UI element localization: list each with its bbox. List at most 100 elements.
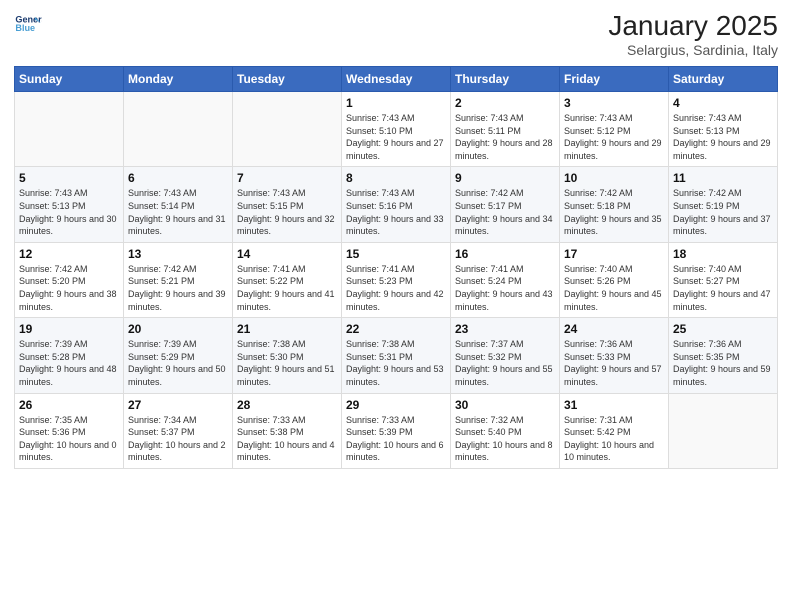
day-info: Sunrise: 7:36 AM Sunset: 5:35 PM Dayligh… bbox=[673, 338, 773, 388]
weekday-header-row: SundayMondayTuesdayWednesdayThursdayFrid… bbox=[15, 67, 778, 92]
day-number: 24 bbox=[564, 322, 664, 336]
day-number: 16 bbox=[455, 247, 555, 261]
calendar-cell: 1 Sunrise: 7:43 AM Sunset: 5:10 PM Daylig… bbox=[342, 92, 451, 167]
calendar-cell: 12 Sunrise: 7:42 AM Sunset: 5:20 PM Dayli… bbox=[15, 242, 124, 317]
day-number: 17 bbox=[564, 247, 664, 261]
day-info: Sunrise: 7:43 AM Sunset: 5:10 PM Dayligh… bbox=[346, 112, 446, 162]
day-number: 30 bbox=[455, 398, 555, 412]
day-info: Sunrise: 7:35 AM Sunset: 5:36 PM Dayligh… bbox=[19, 414, 119, 464]
svg-text:Blue: Blue bbox=[15, 23, 35, 33]
day-info: Sunrise: 7:34 AM Sunset: 5:37 PM Dayligh… bbox=[128, 414, 228, 464]
calendar-cell: 11Sunrise: 7:42 AM Sunset: 5:19 PM Dayli… bbox=[669, 167, 778, 242]
day-info: Sunrise: 7:43 AM Sunset: 5:14 PM Dayligh… bbox=[128, 187, 228, 237]
calendar-cell: 2 Sunrise: 7:43 AM Sunset: 5:11 PM Daylig… bbox=[451, 92, 560, 167]
day-info: Sunrise: 7:36 AM Sunset: 5:33 PM Dayligh… bbox=[564, 338, 664, 388]
day-number: 4 bbox=[673, 96, 773, 110]
day-number: 6 bbox=[128, 171, 228, 185]
day-info: Sunrise: 7:43 AM Sunset: 5:15 PM Dayligh… bbox=[237, 187, 337, 237]
calendar-table: SundayMondayTuesdayWednesdayThursdayFrid… bbox=[14, 66, 778, 469]
day-number: 26 bbox=[19, 398, 119, 412]
calendar-cell: 15 Sunrise: 7:41 AM Sunset: 5:23 PM Dayli… bbox=[342, 242, 451, 317]
calendar-cell: 31 Sunrise: 7:31 AM Sunset: 5:42 PM Dayli… bbox=[560, 393, 669, 468]
day-info: Sunrise: 7:41 AM Sunset: 5:24 PM Dayligh… bbox=[455, 263, 555, 313]
day-info: Sunrise: 7:42 AM Sunset: 5:17 PM Dayligh… bbox=[455, 187, 555, 237]
day-info: Sunrise: 7:33 AM Sunset: 5:39 PM Dayligh… bbox=[346, 414, 446, 464]
calendar-cell: 9 Sunrise: 7:42 AM Sunset: 5:17 PM Daylig… bbox=[451, 167, 560, 242]
day-info: Sunrise: 7:40 AM Sunset: 5:27 PM Dayligh… bbox=[673, 263, 773, 313]
day-number: 13 bbox=[128, 247, 228, 261]
calendar-title: January 2025 bbox=[608, 10, 778, 42]
calendar-cell: 8Sunrise: 7:43 AM Sunset: 5:16 PM Daylig… bbox=[342, 167, 451, 242]
day-number: 12 bbox=[19, 247, 119, 261]
day-number: 25 bbox=[673, 322, 773, 336]
calendar-cell: 29Sunrise: 7:33 AM Sunset: 5:39 PM Dayli… bbox=[342, 393, 451, 468]
weekday-header-saturday: Saturday bbox=[669, 67, 778, 92]
day-number: 1 bbox=[346, 96, 446, 110]
calendar-cell: 21 Sunrise: 7:38 AM Sunset: 5:30 PM Dayli… bbox=[233, 318, 342, 393]
calendar-cell: 10Sunrise: 7:42 AM Sunset: 5:18 PM Dayli… bbox=[560, 167, 669, 242]
day-number: 3 bbox=[564, 96, 664, 110]
day-info: Sunrise: 7:43 AM Sunset: 5:13 PM Dayligh… bbox=[19, 187, 119, 237]
day-info: Sunrise: 7:43 AM Sunset: 5:11 PM Dayligh… bbox=[455, 112, 555, 162]
weekday-header-friday: Friday bbox=[560, 67, 669, 92]
calendar-cell: 23Sunrise: 7:37 AM Sunset: 5:32 PM Dayli… bbox=[451, 318, 560, 393]
day-number: 18 bbox=[673, 247, 773, 261]
calendar-cell: 19 Sunrise: 7:39 AM Sunset: 5:28 PM Dayli… bbox=[15, 318, 124, 393]
day-number: 19 bbox=[19, 322, 119, 336]
day-info: Sunrise: 7:38 AM Sunset: 5:30 PM Dayligh… bbox=[237, 338, 337, 388]
day-number: 31 bbox=[564, 398, 664, 412]
calendar-cell: 16 Sunrise: 7:41 AM Sunset: 5:24 PM Dayli… bbox=[451, 242, 560, 317]
calendar-cell: 17 Sunrise: 7:40 AM Sunset: 5:26 PM Dayli… bbox=[560, 242, 669, 317]
calendar-cell: 30 Sunrise: 7:32 AM Sunset: 5:40 PM Dayli… bbox=[451, 393, 560, 468]
day-info: Sunrise: 7:39 AM Sunset: 5:29 PM Dayligh… bbox=[128, 338, 228, 388]
day-info: Sunrise: 7:43 AM Sunset: 5:16 PM Dayligh… bbox=[346, 187, 446, 237]
calendar-cell bbox=[669, 393, 778, 468]
day-number: 10 bbox=[564, 171, 664, 185]
day-number: 9 bbox=[455, 171, 555, 185]
day-info: Sunrise: 7:31 AM Sunset: 5:42 PM Dayligh… bbox=[564, 414, 664, 464]
calendar-cell: 7 Sunrise: 7:43 AM Sunset: 5:15 PM Daylig… bbox=[233, 167, 342, 242]
day-number: 7 bbox=[237, 171, 337, 185]
day-info: Sunrise: 7:39 AM Sunset: 5:28 PM Dayligh… bbox=[19, 338, 119, 388]
day-info: Sunrise: 7:41 AM Sunset: 5:22 PM Dayligh… bbox=[237, 263, 337, 313]
calendar-cell: 14 Sunrise: 7:41 AM Sunset: 5:22 PM Dayli… bbox=[233, 242, 342, 317]
day-info: Sunrise: 7:43 AM Sunset: 5:13 PM Dayligh… bbox=[673, 112, 773, 162]
calendar-cell: 5 Sunrise: 7:43 AM Sunset: 5:13 PM Daylig… bbox=[15, 167, 124, 242]
day-number: 5 bbox=[19, 171, 119, 185]
day-number: 14 bbox=[237, 247, 337, 261]
day-number: 23 bbox=[455, 322, 555, 336]
calendar-cell: 3 Sunrise: 7:43 AM Sunset: 5:12 PM Daylig… bbox=[560, 92, 669, 167]
day-number: 15 bbox=[346, 247, 446, 261]
calendar-cell: 4 Sunrise: 7:43 AM Sunset: 5:13 PM Daylig… bbox=[669, 92, 778, 167]
calendar-cell bbox=[15, 92, 124, 167]
calendar-subtitle: Selargius, Sardinia, Italy bbox=[608, 42, 778, 58]
calendar-week-1: 5 Sunrise: 7:43 AM Sunset: 5:13 PM Daylig… bbox=[15, 167, 778, 242]
day-info: Sunrise: 7:40 AM Sunset: 5:26 PM Dayligh… bbox=[564, 263, 664, 313]
calendar-cell: 26 Sunrise: 7:35 AM Sunset: 5:36 PM Dayli… bbox=[15, 393, 124, 468]
calendar-cell bbox=[233, 92, 342, 167]
calendar-cell: 22 Sunrise: 7:38 AM Sunset: 5:31 PM Dayli… bbox=[342, 318, 451, 393]
calendar-cell: 28 Sunrise: 7:33 AM Sunset: 5:38 PM Dayli… bbox=[233, 393, 342, 468]
day-number: 21 bbox=[237, 322, 337, 336]
weekday-header-thursday: Thursday bbox=[451, 67, 560, 92]
calendar-week-4: 26 Sunrise: 7:35 AM Sunset: 5:36 PM Dayli… bbox=[15, 393, 778, 468]
day-number: 20 bbox=[128, 322, 228, 336]
calendar-cell: 6 Sunrise: 7:43 AM Sunset: 5:14 PM Daylig… bbox=[124, 167, 233, 242]
day-number: 11 bbox=[673, 171, 773, 185]
day-number: 27 bbox=[128, 398, 228, 412]
day-number: 22 bbox=[346, 322, 446, 336]
logo: General Blue bbox=[14, 10, 42, 38]
weekday-header-sunday: Sunday bbox=[15, 67, 124, 92]
day-info: Sunrise: 7:32 AM Sunset: 5:40 PM Dayligh… bbox=[455, 414, 555, 464]
calendar-week-0: 1 Sunrise: 7:43 AM Sunset: 5:10 PM Daylig… bbox=[15, 92, 778, 167]
day-number: 28 bbox=[237, 398, 337, 412]
day-info: Sunrise: 7:42 AM Sunset: 5:20 PM Dayligh… bbox=[19, 263, 119, 313]
day-info: Sunrise: 7:33 AM Sunset: 5:38 PM Dayligh… bbox=[237, 414, 337, 464]
calendar-week-3: 19 Sunrise: 7:39 AM Sunset: 5:28 PM Dayli… bbox=[15, 318, 778, 393]
day-number: 2 bbox=[455, 96, 555, 110]
weekday-header-wednesday: Wednesday bbox=[342, 67, 451, 92]
day-info: Sunrise: 7:41 AM Sunset: 5:23 PM Dayligh… bbox=[346, 263, 446, 313]
day-info: Sunrise: 7:38 AM Sunset: 5:31 PM Dayligh… bbox=[346, 338, 446, 388]
weekday-header-monday: Monday bbox=[124, 67, 233, 92]
day-info: Sunrise: 7:43 AM Sunset: 5:12 PM Dayligh… bbox=[564, 112, 664, 162]
